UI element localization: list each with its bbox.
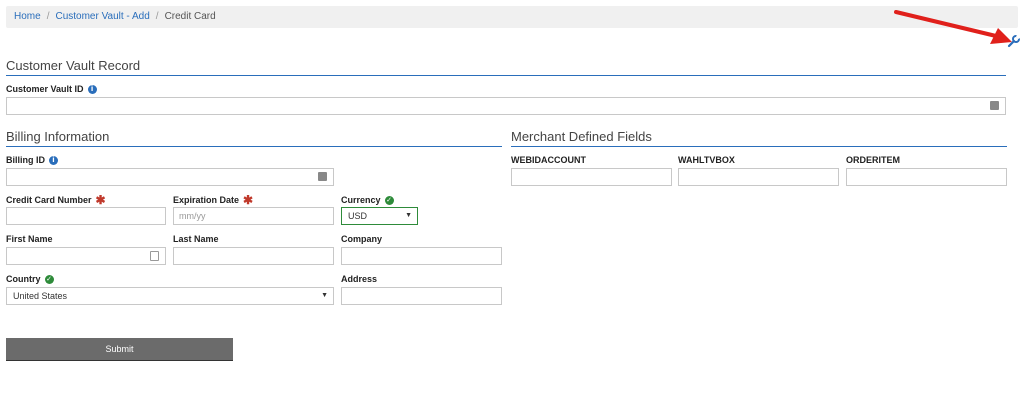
customer-vault-record-heading: Customer Vault Record	[6, 58, 1006, 76]
company-input[interactable]	[341, 247, 502, 265]
country-label: Country ✓	[6, 274, 54, 284]
customer-vault-id-input[interactable]	[6, 97, 1006, 115]
breadcrumb-current: Credit Card	[164, 11, 216, 22]
keyboard-icon[interactable]	[990, 101, 999, 110]
check-icon: ✓	[44, 274, 54, 284]
info-icon[interactable]: i	[87, 84, 97, 94]
orderitem-label: ORDERITEM	[846, 155, 900, 165]
last-name-input[interactable]	[173, 247, 334, 265]
wrench-icon[interactable]	[1007, 34, 1021, 48]
currency-text: Currency	[341, 195, 381, 205]
breadcrumb-home[interactable]: Home	[14, 11, 41, 22]
contact-card-icon[interactable]	[150, 251, 159, 261]
orderitem-text: ORDERITEM	[846, 155, 900, 165]
required-asterisk: ✱	[243, 192, 254, 207]
billing-information-heading: Billing Information	[6, 129, 502, 147]
wahltvbox-input[interactable]	[678, 168, 839, 186]
check-icon: ✓	[384, 195, 394, 205]
credit-card-number-input[interactable]	[6, 207, 166, 225]
first-name-input[interactable]	[6, 247, 166, 265]
address-text: Address	[341, 274, 378, 284]
currency-select[interactable]: USD ▼	[341, 207, 418, 225]
webidaccount-label: WEBIDACCOUNT	[511, 155, 586, 165]
expiration-date-text: Expiration Date	[173, 195, 240, 205]
red-arrow	[894, 10, 1012, 44]
first-name-text: First Name	[6, 234, 53, 244]
expiration-date-input[interactable]: mm/yy	[173, 207, 334, 225]
company-label: Company	[341, 234, 382, 244]
billing-id-text: Billing ID	[6, 155, 45, 165]
credit-card-number-label: Credit Card Number ✱	[6, 192, 106, 207]
orderitem-input[interactable]	[846, 168, 1007, 186]
address-input[interactable]	[341, 287, 502, 305]
submit-button[interactable]: Submit	[6, 338, 233, 360]
billing-id-label: Billing ID i	[6, 155, 58, 165]
billing-id-input[interactable]	[6, 168, 334, 186]
country-text: Country	[6, 274, 41, 284]
required-asterisk: ✱	[95, 192, 106, 207]
company-text: Company	[341, 234, 383, 244]
credit-card-number-text: Credit Card Number	[6, 195, 92, 205]
address-label: Address	[341, 274, 377, 284]
last-name-text: Last Name	[173, 234, 219, 244]
customer-vault-id-label: Customer Vault ID i	[6, 84, 97, 94]
breadcrumb-separator: /	[155, 11, 159, 22]
keyboard-icon[interactable]	[318, 172, 327, 181]
merchant-defined-fields-heading: Merchant Defined Fields	[511, 129, 1007, 147]
dropdown-caret-icon: ▼	[405, 212, 412, 219]
dropdown-caret-icon: ▼	[321, 292, 328, 299]
webidaccount-input[interactable]	[511, 168, 672, 186]
webidaccount-text: WEBIDACCOUNT	[511, 155, 586, 165]
country-select[interactable]: United States ▼	[6, 287, 334, 305]
wahltvbox-label: WAHLTVBOX	[678, 155, 735, 165]
first-name-label: First Name	[6, 234, 53, 244]
customer-vault-id-text: Customer Vault ID	[6, 84, 84, 94]
breadcrumb-separator: /	[46, 11, 50, 22]
currency-value: USD	[348, 211, 368, 221]
expiration-date-label: Expiration Date ✱	[173, 192, 254, 207]
breadcrumb-customer-vault-add[interactable]: Customer Vault - Add	[55, 11, 149, 22]
breadcrumb: Home / Customer Vault - Add / Credit Card	[6, 6, 1018, 28]
wahltvbox-text: WAHLTVBOX	[678, 155, 735, 165]
last-name-label: Last Name	[173, 234, 219, 244]
currency-label: Currency ✓	[341, 195, 394, 205]
info-icon[interactable]: i	[49, 155, 58, 165]
country-value: United States	[13, 291, 68, 301]
